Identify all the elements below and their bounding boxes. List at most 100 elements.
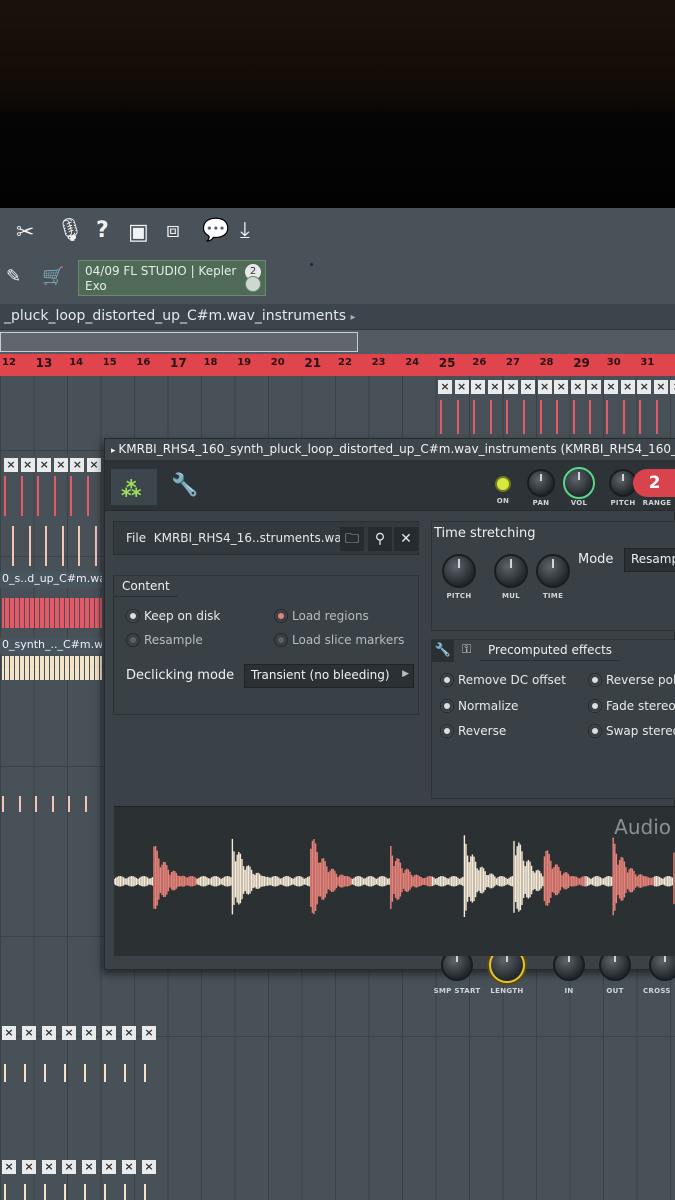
file-name[interactable]: KMRBI_RHS4_16..struments.wav (154, 531, 349, 545)
range-label: RANGE (642, 499, 672, 507)
out-label: OUT (606, 987, 624, 995)
close-icon[interactable]: × (521, 380, 535, 394)
mode-select[interactable]: Resamp (624, 548, 675, 572)
playlist-title: _pluck_loop_distorted_up_C#m.wav_instrum… (0, 304, 675, 330)
close-icon[interactable]: × (122, 1026, 136, 1040)
waveform-spike (53, 476, 56, 516)
remove-dc-offset-option[interactable]: Remove DC offset (438, 672, 566, 688)
bar-ruler[interactable]: 12 13 14 15 16 17 18 19 20 21 22 23 24 25 26 27 28 29 30 31 (0, 354, 675, 376)
download-icon[interactable]: ⤓ (240, 220, 250, 242)
close-icon[interactable]: × (37, 458, 52, 472)
clip-label[interactable]: 0_synth_.._C#m.wav (0, 638, 102, 654)
on-led-button[interactable] (495, 476, 511, 492)
news-hint-panel[interactable]: 04/09 FL STUDIO | Kepler Exo 2 (78, 260, 266, 296)
load-slice-markers-option[interactable]: Load slice markers (272, 632, 404, 648)
close-icon[interactable]: × (62, 1026, 76, 1040)
close-icon[interactable]: × (70, 458, 85, 472)
close-icon[interactable]: × (487, 380, 502, 394)
close-icon[interactable]: × (42, 1026, 56, 1040)
sample-waveform-view[interactable]: Audio (113, 806, 675, 956)
close-icon[interactable]: × (454, 380, 469, 394)
waveform-spike (440, 400, 442, 434)
close-icon[interactable]: × (87, 458, 101, 472)
fl-studio-window: ✂ 🎙 ? ▣ ⧈ 💬 ⤓ ✎ 🛒 04/09 FL STUDIO | Kepl… (0, 208, 675, 1200)
close-icon[interactable]: × (53, 458, 68, 472)
file-label: File KMRBI_RHS4_16..struments.wav (126, 531, 349, 545)
close-icon[interactable]: × (504, 380, 519, 394)
close-icon[interactable]: × (537, 380, 552, 394)
close-icon[interactable]: × (554, 380, 569, 394)
close-icon[interactable]: × (42, 1160, 56, 1174)
help-icon[interactable]: ? (96, 220, 109, 242)
pitch-range-display[interactable]: 2 (633, 469, 675, 497)
close-icon[interactable]: × (471, 380, 486, 394)
close-icon[interactable]: × (653, 380, 668, 394)
stretch-pitch-knob[interactable] (442, 554, 476, 588)
open-folder-icon[interactable]: 🗀 (340, 527, 364, 551)
close-icon[interactable]: × (587, 380, 602, 394)
playlist-overview-scrollbar[interactable] (0, 330, 675, 354)
clip-label[interactable]: 0_s..d_up_C#m.wav (0, 572, 102, 588)
declicking-mode-select[interactable]: Transient (no bleeding) ▶ (244, 664, 414, 688)
close-icon[interactable]: × (570, 380, 585, 394)
resample-option[interactable]: Resample (124, 632, 203, 648)
keep-on-disk-option[interactable]: Keep on disk (124, 608, 220, 624)
close-icon[interactable]: × (670, 380, 675, 394)
microphone-icon[interactable]: 🎙 (56, 220, 84, 242)
close-icon[interactable]: × (102, 1160, 116, 1174)
close-icon[interactable]: ✕ (394, 527, 418, 551)
sampler-tab[interactable]: ⁂ (111, 469, 157, 505)
swap-stereo-option[interactable]: Swap stereo (586, 723, 675, 739)
cut-icon[interactable]: ✂ (16, 222, 34, 244)
chat-icon[interactable]: 💬 (202, 220, 229, 242)
wrench-icon[interactable]: 🔧 (432, 640, 454, 662)
fade-stereo-option[interactable]: Fade stereo (586, 698, 675, 714)
close-icon[interactable]: × (4, 458, 18, 472)
waveform-spike (2, 796, 4, 812)
save-icon[interactable]: ▣ (128, 222, 149, 244)
waveform-icon: ⁂ (121, 477, 142, 501)
main-toolbar: ✂ 🎙 ? ▣ ⧈ 💬 ⤓ ✎ 🛒 04/09 FL STUDIO | Kepl… (0, 208, 675, 304)
waveform-spike (45, 526, 48, 566)
mul-knob[interactable] (494, 554, 528, 588)
close-icon[interactable]: × (620, 380, 635, 394)
waveform-spike (639, 400, 642, 434)
overview-viewport[interactable] (0, 332, 358, 352)
declicking-mode-label: Declicking mode (126, 668, 235, 683)
waveform-spike (4, 476, 6, 516)
close-icon[interactable]: × (2, 1160, 16, 1174)
time-stretching-panel: Time stretching PITCH MUL TIME Mode Resa… (431, 521, 675, 631)
channel-settings-title[interactable]: ▸ KMRBI_RHS4_160_synth_pluck_loop_distor… (105, 439, 675, 461)
reverse-option[interactable]: Reverse (438, 723, 506, 739)
close-icon[interactable]: × (82, 1160, 96, 1174)
pan-knob[interactable] (527, 469, 555, 497)
hint-line-1: 04/09 FL STUDIO | Kepler (85, 264, 237, 278)
close-icon[interactable]: × (62, 1160, 76, 1174)
load-regions-option[interactable]: Load regions (272, 608, 369, 624)
lock-icon[interactable]: ⚿ (462, 642, 471, 657)
close-icon[interactable]: × (122, 1160, 136, 1174)
close-icon[interactable]: × (142, 1160, 156, 1174)
close-icon[interactable]: × (637, 380, 652, 394)
volume-knob[interactable] (563, 467, 595, 499)
save-as-icon[interactable]: ⧈ (166, 220, 180, 242)
locate-file-icon[interactable]: ⚲ (368, 527, 392, 551)
normalize-option[interactable]: Normalize (438, 698, 518, 714)
close-icon[interactable]: × (102, 1026, 116, 1040)
reverse-polarity-option[interactable]: Reverse pola (586, 672, 675, 688)
waveform-spike (44, 1184, 46, 1200)
waveform-spike (68, 796, 71, 812)
pan-label: PAN (532, 499, 550, 507)
close-icon[interactable]: × (604, 380, 618, 394)
close-icon[interactable]: × (438, 380, 452, 394)
close-icon[interactable]: × (82, 1026, 96, 1040)
close-icon[interactable]: × (22, 1160, 36, 1174)
shop-cart-icon[interactable]: 🛒 (42, 268, 64, 286)
time-knob[interactable] (536, 554, 570, 588)
wrench-icon[interactable]: 🔧 (171, 473, 198, 498)
close-icon[interactable]: × (20, 458, 35, 472)
close-icon[interactable]: × (142, 1026, 156, 1040)
plugin-picker-icon[interactable]: ✎ (6, 268, 21, 286)
close-icon[interactable]: × (22, 1026, 36, 1040)
close-icon[interactable]: × (2, 1026, 16, 1040)
